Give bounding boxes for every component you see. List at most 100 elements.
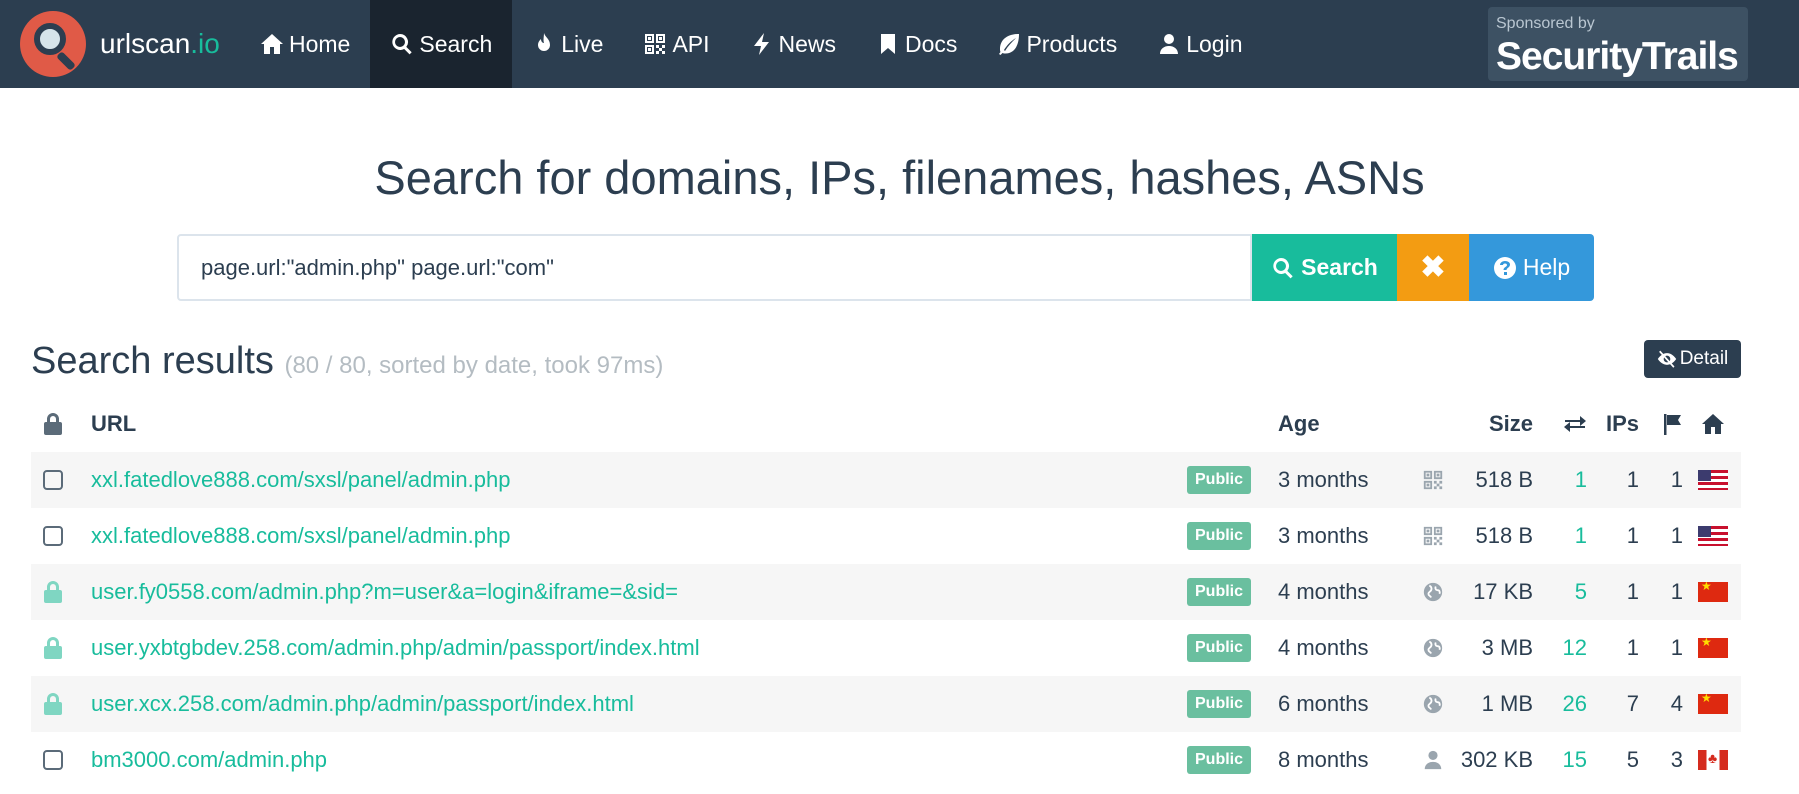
table-row: xxl.fatedlove888.com/sxsl/panel/admin.ph… (31, 508, 1741, 564)
nav-home[interactable]: Home (240, 0, 370, 88)
visibility-badge: Public (1187, 466, 1252, 494)
flag-ca-icon (1698, 750, 1728, 770)
row-checkbox[interactable] (39, 452, 67, 508)
result-ips: 7 (1626, 691, 1639, 716)
checkbox-icon (43, 526, 63, 546)
header-requests-icon[interactable] (1541, 396, 1587, 452)
result-requests-link[interactable]: 5 (1575, 579, 1587, 605)
help-button[interactable]: Help (1469, 234, 1594, 301)
nav-login-label: Login (1186, 30, 1243, 57)
navbar: urlscan.io Home Search Live API News Doc… (0, 0, 1799, 88)
bookmark-icon (881, 34, 896, 54)
result-url-link[interactable]: user.xcx.258.com/admin.php/admin/passpor… (91, 691, 634, 717)
search-bar: Search ✖ Help (177, 234, 1594, 301)
header-url[interactable]: URL (91, 396, 1171, 452)
result-size: 518 B (1475, 467, 1534, 492)
eye-slash-icon (1657, 350, 1676, 368)
help-button-label: Help (1522, 254, 1571, 280)
lock-icon (39, 564, 67, 620)
result-url-link[interactable]: user.yxbtgbdev.258.com/admin.php/admin/p… (91, 635, 700, 661)
header-size[interactable]: Size (1441, 396, 1533, 452)
result-age: 4 months (1278, 579, 1369, 604)
nav-news[interactable]: News (730, 0, 857, 88)
header-home-icon[interactable] (1697, 396, 1729, 452)
result-countries: 4 (1670, 691, 1683, 716)
result-ips: 1 (1626, 523, 1639, 548)
lock-icon (39, 620, 67, 676)
nav-api[interactable]: API (623, 0, 729, 88)
table-row: bm3000.com/admin.php Public 8 months 302 KB… (31, 732, 1741, 788)
visibility-badge: Public (1187, 634, 1252, 662)
header-age[interactable]: Age (1278, 396, 1398, 452)
sponsor-banner[interactable]: Sponsored by SecurityTrails (1488, 7, 1748, 81)
result-requests-link[interactable]: 26 (1563, 691, 1587, 717)
table-row: user.yxbtgbdev.258.com/admin.php/admin/p… (31, 620, 1741, 676)
sponsor-caption: Sponsored by (1496, 15, 1595, 32)
result-age: 6 months (1278, 691, 1369, 716)
search-icon (1273, 257, 1293, 278)
header-flag-icon[interactable] (1643, 396, 1683, 452)
flag-cn-icon (1698, 694, 1728, 714)
header-lock-icon (39, 396, 67, 452)
nav-docs[interactable]: Docs (856, 0, 977, 88)
result-age: 3 months (1278, 467, 1369, 492)
search-button-label: Search (1301, 254, 1378, 280)
brand-name: urlscan.io (100, 28, 220, 59)
result-url-link[interactable]: user.fy0558.com/admin.php?m=user&a=login… (91, 579, 678, 605)
urlscan-logo-icon (20, 11, 86, 77)
clear-button[interactable]: ✖ (1397, 234, 1469, 301)
row-checkbox[interactable] (39, 732, 67, 788)
lock-icon (39, 676, 67, 732)
nav-live-label: Live (561, 30, 604, 57)
table-row: user.fy0558.com/admin.php?m=user&a=login… (31, 564, 1741, 620)
result-ips: 1 (1626, 579, 1639, 604)
nav-search[interactable]: Search (370, 0, 513, 88)
result-ips: 5 (1626, 747, 1639, 772)
nav-login[interactable]: Login (1137, 0, 1262, 88)
result-requests-link[interactable]: 15 (1563, 747, 1587, 773)
result-url-link[interactable]: bm3000.com/admin.php (91, 747, 327, 773)
row-checkbox[interactable] (39, 508, 67, 564)
result-size: 1 MB (1481, 691, 1533, 716)
nav-home-label: Home (289, 30, 351, 57)
fire-icon (538, 33, 551, 51)
brand-link[interactable]: urlscan.io (20, 10, 220, 78)
nav-search-label: Search (419, 30, 493, 57)
nav-live[interactable]: Live (512, 0, 623, 88)
result-url-link[interactable]: xxl.fatedlove888.com/sxsl/panel/admin.ph… (91, 523, 510, 549)
question-circle-icon (1493, 256, 1516, 279)
result-requests-link[interactable]: 1 (1575, 467, 1587, 493)
leaf-icon (999, 34, 1020, 55)
search-button[interactable]: Search (1252, 234, 1397, 301)
qrcode-icon (645, 34, 666, 54)
table-row: user.xcx.258.com/admin.php/admin/passpor… (31, 676, 1741, 732)
flag-cn-icon (1698, 638, 1728, 658)
sponsor-name: SecurityTrails (1496, 35, 1739, 78)
nav-news-label: News (778, 30, 837, 57)
nav-api-label: API (672, 30, 710, 57)
result-requests-link[interactable]: 1 (1575, 523, 1587, 549)
flag-cn-icon (1698, 582, 1728, 602)
header-ips[interactable]: IPs (1593, 396, 1639, 452)
result-countries: 1 (1670, 579, 1683, 604)
search-input[interactable] (177, 234, 1252, 301)
result-size: 518 B (1475, 523, 1534, 548)
bolt-icon (753, 33, 769, 55)
result-size: 17 KB (1473, 579, 1533, 604)
result-url-link[interactable]: xxl.fatedlove888.com/sxsl/panel/admin.ph… (91, 467, 510, 493)
flag-us-icon (1698, 526, 1728, 546)
checkbox-icon (43, 470, 63, 490)
close-icon: ✖ (1420, 251, 1446, 284)
main-nav: Home Search Live API News Docs Products (240, 0, 1262, 88)
visibility-badge: Public (1187, 746, 1252, 774)
results-heading: Search results (80 / 80, sorted by date,… (31, 340, 663, 383)
nav-products[interactable]: Products (977, 0, 1137, 88)
result-age: 3 months (1278, 523, 1369, 548)
result-countries: 3 (1670, 747, 1683, 772)
flag-us-icon (1698, 470, 1728, 490)
detail-button[interactable]: Detail (1644, 340, 1741, 378)
visibility-badge: Public (1187, 522, 1252, 550)
result-requests-link[interactable]: 12 (1563, 635, 1587, 661)
results-meta: (80 / 80, sorted by date, took 97ms) (284, 352, 664, 379)
result-ips: 1 (1626, 635, 1639, 660)
